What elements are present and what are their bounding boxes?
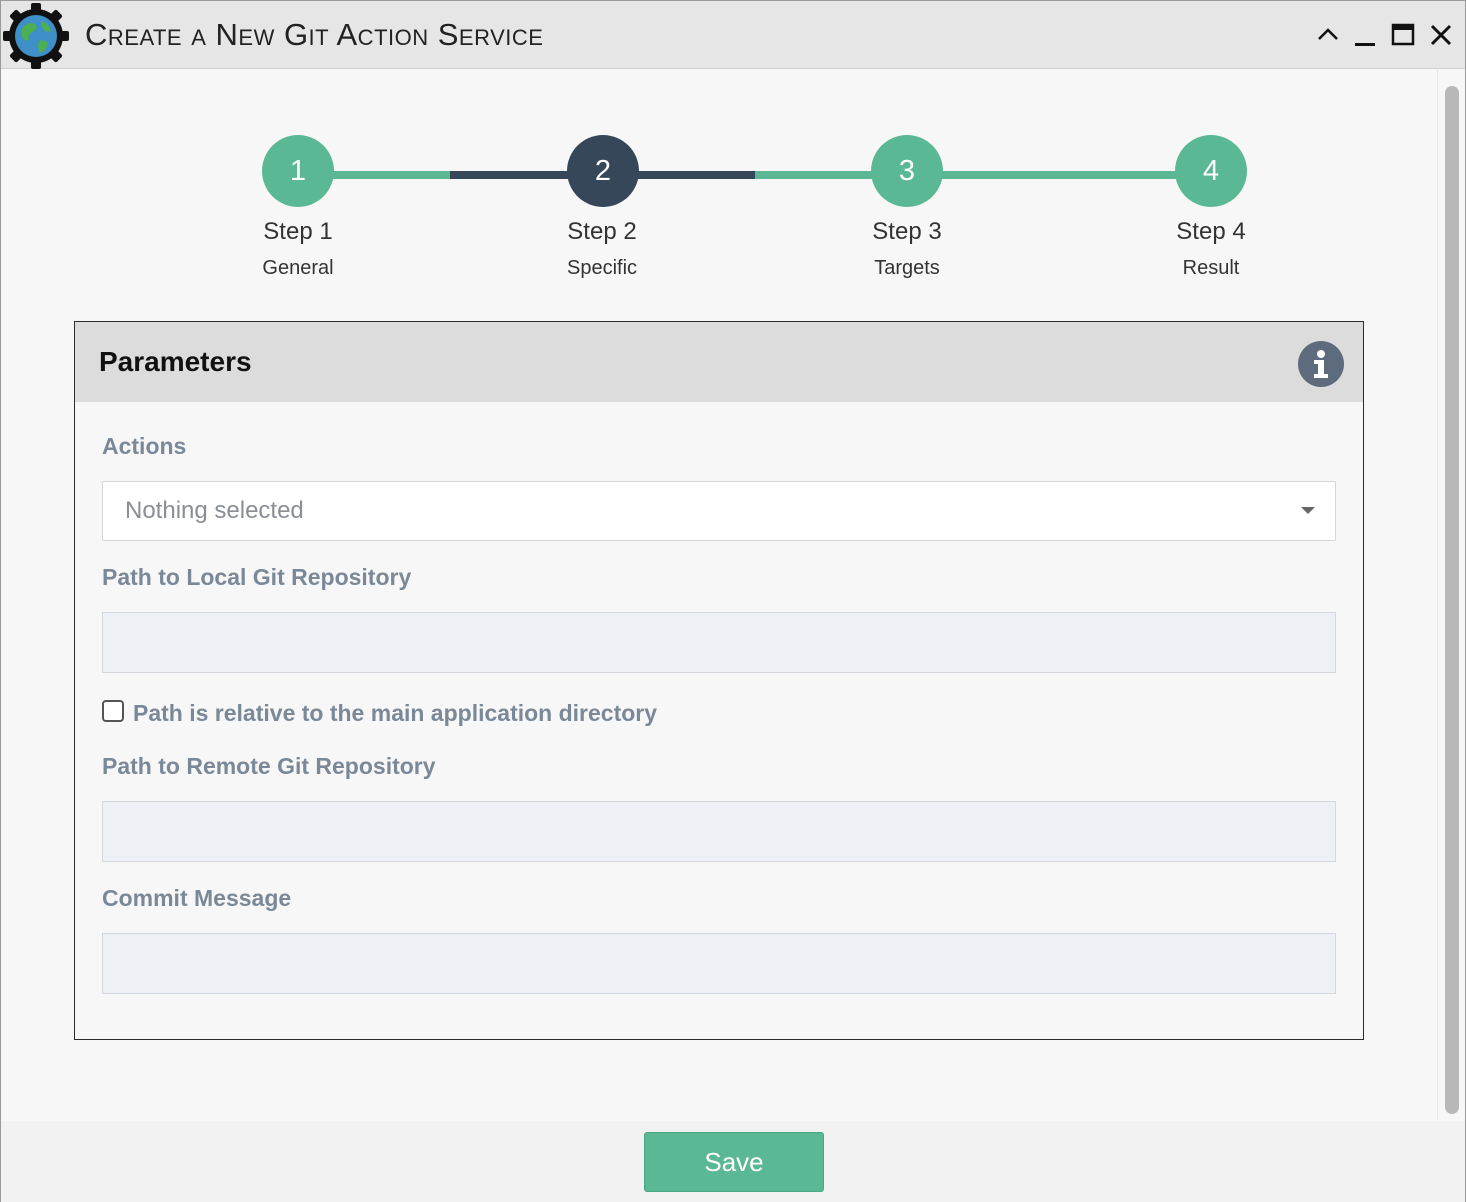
title-bar: Create a New Git Action Service [1,1,1465,69]
step-3-title: Step 3 [872,218,942,245]
panel-title: Parameters [99,346,252,377]
step-1-title: Step 1 [263,218,333,245]
wizard-stepper: 1 2 3 4 Step 1 Step 2 Step 3 Step 4 Gene… [1,70,1437,300]
remote-repo-input[interactable] [102,801,1336,862]
caret-down-icon [1301,507,1315,514]
remote-repo-label: Path to Remote Git Repository [102,753,436,779]
save-button[interactable]: Save [644,1132,824,1192]
maximize-icon[interactable] [1387,19,1419,51]
actions-select[interactable]: Nothing selected [102,481,1336,541]
close-icon[interactable] [1425,19,1457,51]
step-2-circle[interactable]: 2 [567,135,639,207]
window-title: Create a New Git Action Service [85,17,544,52]
step-3-subtitle: Targets [874,257,940,279]
actions-select-value: Nothing selected [125,497,304,524]
step-1-circle[interactable]: 1 [262,135,334,207]
info-icon[interactable] [1298,341,1344,387]
panel-header: Parameters [75,322,1363,402]
step-connector [755,171,1211,179]
actions-label: Actions [102,433,187,459]
minimize-icon[interactable] [1349,19,1381,51]
step-3-circle[interactable]: 3 [871,135,943,207]
commit-message-input[interactable] [102,933,1336,994]
relative-path-checkbox[interactable] [102,700,124,722]
step-2-subtitle: Specific [566,257,638,279]
vertical-scrollbar[interactable] [1437,70,1465,1120]
parameters-panel: Parameters Actions Nothing selected Path… [74,321,1364,1040]
step-2-title: Step 2 [567,218,637,245]
dialog-content: 1 2 3 4 Step 1 Step 2 Step 3 Step 4 Gene… [1,70,1437,1120]
dialog-window: Create a New Git Action Service 1 2 3 4 … [0,0,1466,1202]
local-repo-label: Path to Local Git Repository [102,564,412,590]
local-repo-input[interactable] [102,612,1336,673]
relative-path-label[interactable]: Path is relative to the main application… [133,700,657,727]
app-gear-globe-icon [3,3,69,69]
step-4-circle[interactable]: 4 [1175,135,1247,207]
step-1-subtitle: General [262,257,334,279]
dialog-footer: Save [1,1121,1465,1202]
chevron-up-icon[interactable] [1312,19,1344,51]
scrollbar-thumb[interactable] [1445,86,1459,1114]
step-4-subtitle: Result [1182,257,1240,279]
commit-message-label: Commit Message [102,885,292,911]
step-4-title: Step 4 [1176,218,1246,245]
